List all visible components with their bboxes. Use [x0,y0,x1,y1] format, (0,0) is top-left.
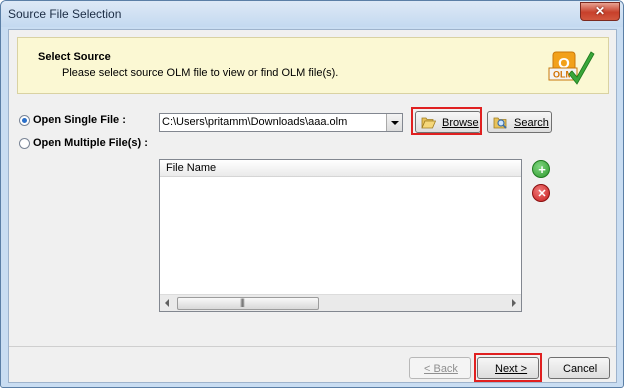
scroll-left-arrow-icon[interactable] [165,299,169,307]
header-subtitle: Please select source OLM file to view or… [62,67,339,79]
plus-icon: + [538,162,546,177]
file-list-header[interactable]: File Name [160,160,521,177]
combo-dropdown-button[interactable] [386,114,402,131]
remove-file-button[interactable]: ✕ [532,184,550,202]
x-icon: ✕ [537,188,547,200]
add-file-button[interactable]: + [532,160,550,178]
magnifier-folder-icon [493,117,507,129]
dialog-content: Select Source Please select source OLM f… [8,29,617,383]
footer-separator [9,346,616,347]
single-file-radio[interactable] [19,115,30,126]
close-button[interactable]: ✕ [580,2,620,21]
window-title: Source File Selection [8,7,122,21]
file-path-combo[interactable]: C:\Users\pritamm\Downloads\aaa.olm [159,113,403,132]
multiple-files-label[interactable]: Open Multiple File(s) : [33,137,148,149]
browse-highlight-box [411,107,482,135]
back-label: < Back [424,363,458,375]
file-path-value: C:\Users\pritamm\Downloads\aaa.olm [162,116,348,128]
file-list[interactable]: File Name ||| [159,159,522,312]
multiple-files-radio[interactable] [19,138,30,149]
file-name-column-header[interactable]: File Name [166,162,216,174]
header-title: Select Source [38,51,111,63]
next-highlight-box [474,353,542,382]
cancel-button[interactable]: Cancel [548,357,610,379]
dialog-window: Source File Selection ✕ Select Source Pl… [0,0,624,388]
cancel-label: Cancel [563,363,598,375]
select-source-header: Select Source Please select source OLM f… [17,37,609,94]
search-button[interactable]: Search [487,111,552,133]
search-label: Search [514,117,549,129]
back-button[interactable]: < Back [409,357,471,379]
close-icon: ✕ [594,4,606,18]
grip-icon: ||| [240,297,245,307]
olm-logo-icon: O OLM [548,51,595,85]
scrollbar-thumb[interactable]: ||| [177,297,319,310]
title-bar[interactable]: Source File Selection ✕ [1,1,623,27]
horizontal-scrollbar[interactable]: ||| [160,294,521,311]
scroll-right-arrow-icon[interactable] [512,299,516,307]
single-file-label[interactable]: Open Single File : [33,114,126,126]
chevron-down-icon [391,121,399,125]
